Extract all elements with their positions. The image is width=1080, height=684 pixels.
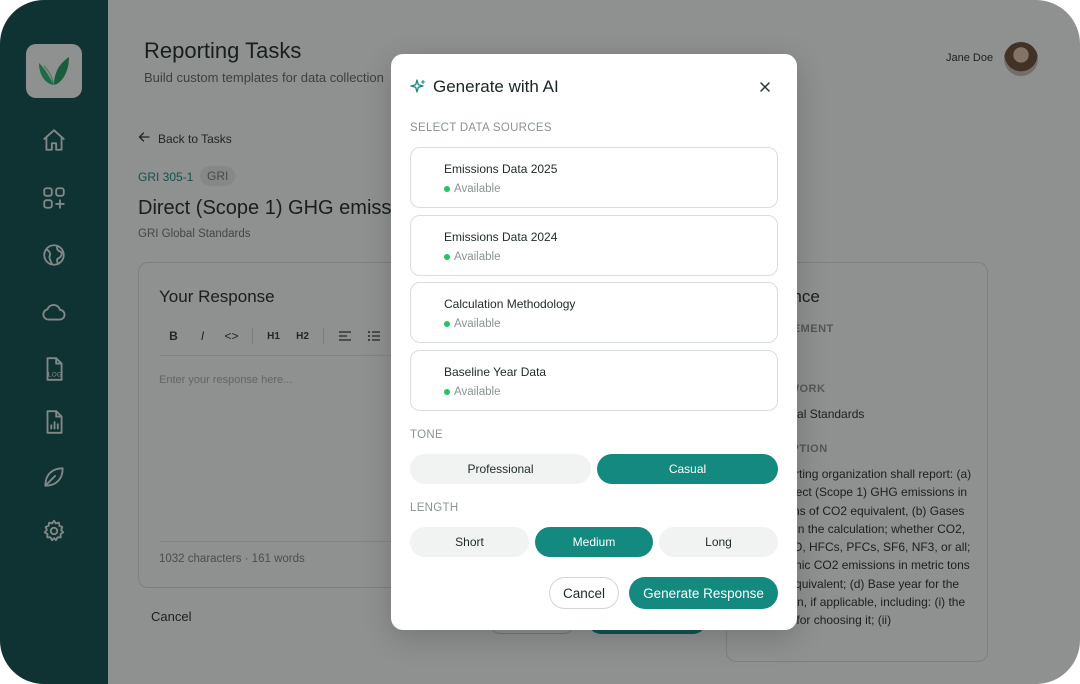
data-source-name: Calculation Methodology: [444, 297, 576, 311]
tone-option-professional[interactable]: Professional: [410, 454, 591, 484]
status-dot-icon: [444, 321, 450, 327]
data-source-status: Available: [444, 251, 500, 263]
sparkle-icon: [410, 79, 426, 93]
data-source-option[interactable]: Emissions Data 2025 Available: [410, 147, 778, 208]
app-window: LOG Reporting Tasks Build custom templat…: [0, 0, 1080, 684]
length-option-medium[interactable]: Medium: [535, 527, 653, 557]
data-sources-label: SELECT DATA SOURCES: [410, 122, 552, 134]
status-dot-icon: [444, 186, 450, 192]
length-option-long[interactable]: Long: [659, 527, 778, 557]
close-icon[interactable]: [756, 78, 774, 96]
length-option-short[interactable]: Short: [410, 527, 529, 557]
data-source-option[interactable]: Baseline Year Data Available: [410, 350, 778, 411]
status-dot-icon: [444, 389, 450, 395]
modal-title: Generate with AI: [433, 77, 559, 96]
data-source-status: Available: [444, 386, 500, 398]
data-source-name: Emissions Data 2025: [444, 162, 558, 176]
data-source-option[interactable]: Emissions Data 2024 Available: [410, 215, 778, 276]
data-source-option[interactable]: Calculation Methodology Available: [410, 282, 778, 343]
tone-label: TONE: [410, 429, 443, 441]
generate-response-button[interactable]: Generate Response: [629, 577, 778, 609]
data-source-status: Available: [444, 183, 500, 195]
data-source-name: Baseline Year Data: [444, 365, 547, 379]
status-dot-icon: [444, 254, 450, 260]
tone-option-casual[interactable]: Casual: [597, 454, 778, 484]
modal-cancel-button[interactable]: Cancel: [549, 577, 619, 609]
data-source-status: Available: [444, 318, 500, 330]
data-source-name: Emissions Data 2024: [444, 230, 558, 244]
length-label: LENGTH: [410, 502, 459, 514]
